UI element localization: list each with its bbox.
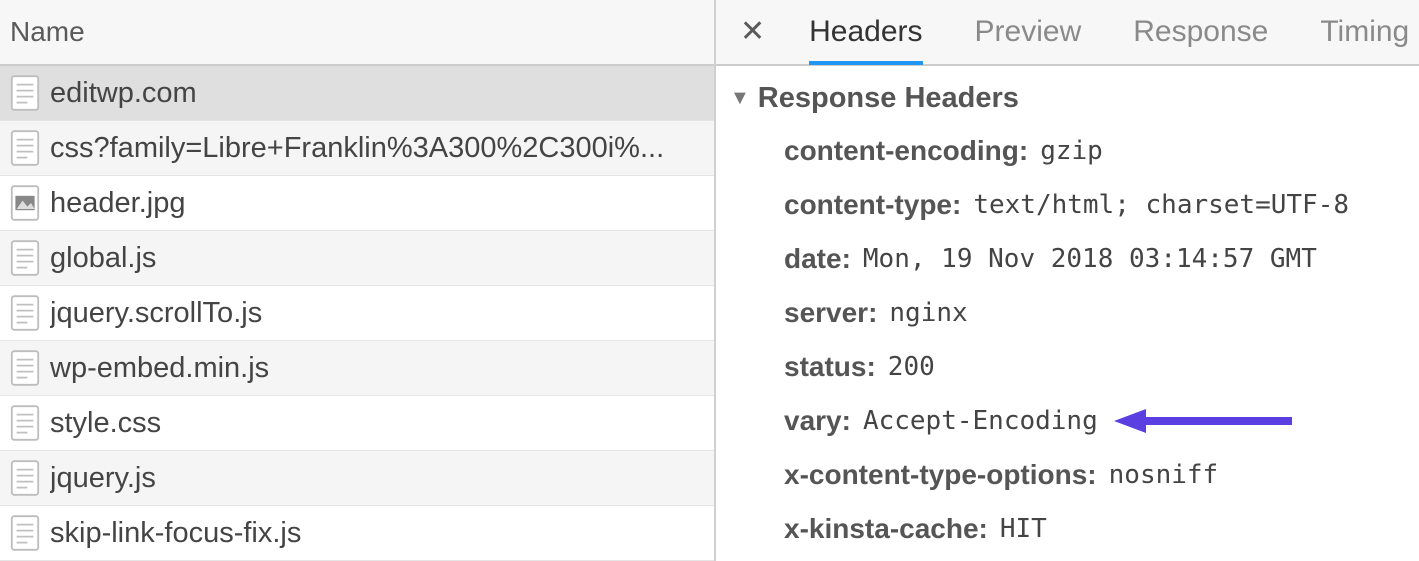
header-line: content-encoding: gzip bbox=[730, 135, 1419, 167]
tab-headers[interactable]: Headers bbox=[809, 1, 922, 63]
details-panel: ✕ Headers Preview Response Timing ▼ Respons… bbox=[716, 0, 1419, 561]
request-row[interactable]: jquery.scrollTo.js bbox=[0, 286, 714, 341]
request-name-label: skip-link-focus-fix.js bbox=[50, 517, 301, 550]
request-name-label: editwp.com bbox=[50, 77, 197, 110]
header-value: Mon, 19 Nov 2018 03:14:57 GMT bbox=[863, 244, 1317, 274]
request-name-label: jquery.js bbox=[50, 462, 156, 495]
tab-timing[interactable]: Timing bbox=[1320, 1, 1409, 63]
header-line: content-type: text/html; charset=UTF-8 bbox=[730, 189, 1419, 221]
request-row[interactable]: header.jpg bbox=[0, 176, 714, 231]
header-key: status: bbox=[784, 351, 876, 383]
request-name-label: wp-embed.min.js bbox=[50, 352, 269, 385]
header-value: 200 bbox=[888, 352, 935, 382]
header-value: nginx bbox=[889, 298, 967, 328]
header-key: x-content-type-options: bbox=[784, 459, 1097, 491]
section-title-label: Response Headers bbox=[758, 82, 1019, 115]
header-line: vary: Accept-Encoding bbox=[730, 405, 1419, 437]
header-value: gzip bbox=[1040, 136, 1103, 166]
request-name-label: css?family=Libre+Franklin%3A300%2C300i%.… bbox=[50, 132, 664, 165]
document-file-icon bbox=[10, 405, 40, 441]
tabs-row: ✕ Headers Preview Response Timing bbox=[716, 0, 1419, 66]
request-row[interactable]: css?family=Libre+Franklin%3A300%2C300i%.… bbox=[0, 121, 714, 176]
disclosure-triangle-icon: ▼ bbox=[730, 87, 750, 110]
header-key: x-kinsta-cache: bbox=[784, 513, 988, 545]
request-name-label: jquery.scrollTo.js bbox=[50, 297, 262, 330]
header-key: content-type: bbox=[784, 189, 961, 221]
document-file-icon bbox=[10, 460, 40, 496]
request-row[interactable]: wp-embed.min.js bbox=[0, 341, 714, 396]
request-row[interactable]: global.js bbox=[0, 231, 714, 286]
header-key: vary: bbox=[784, 405, 851, 437]
request-row[interactable]: jquery.js bbox=[0, 451, 714, 506]
header-value: text/html; charset=UTF-8 bbox=[973, 190, 1349, 220]
tab-response[interactable]: Response bbox=[1133, 1, 1268, 63]
headers-content: ▼ Response Headers content-encoding: gzip… bbox=[716, 66, 1419, 561]
request-name-label: header.jpg bbox=[50, 187, 185, 220]
header-value: HIT bbox=[1000, 514, 1047, 544]
header-key: date: bbox=[784, 243, 851, 275]
network-requests-panel: Name editwp.com css?family=Libre+Franklin… bbox=[0, 0, 716, 561]
document-file-icon bbox=[10, 350, 40, 386]
request-row[interactable]: style.css bbox=[0, 396, 714, 451]
request-list: editwp.com css?family=Libre+Franklin%3A30… bbox=[0, 66, 714, 561]
document-file-icon bbox=[10, 295, 40, 331]
header-line: status: 200 bbox=[730, 351, 1419, 383]
image-file-icon bbox=[10, 185, 40, 221]
header-line: server: nginx bbox=[730, 297, 1419, 329]
document-file-icon bbox=[10, 75, 40, 111]
name-header-label: Name bbox=[10, 16, 85, 48]
header-line: x-kinsta-cache: HIT bbox=[730, 513, 1419, 545]
request-row[interactable]: editwp.com bbox=[0, 66, 714, 121]
header-value: nosniff bbox=[1109, 460, 1219, 490]
tab-preview[interactable]: Preview bbox=[975, 1, 1082, 63]
request-row[interactable]: skip-link-focus-fix.js bbox=[0, 506, 714, 561]
header-line: date: Mon, 19 Nov 2018 03:14:57 GMT bbox=[730, 243, 1419, 275]
header-key: content-encoding: bbox=[784, 135, 1028, 167]
header-value: Accept-Encoding bbox=[863, 406, 1098, 436]
request-name-label: style.css bbox=[50, 407, 161, 440]
close-icon[interactable]: ✕ bbox=[736, 17, 769, 47]
headers-list: content-encoding: gzip content-type: text/h… bbox=[730, 135, 1419, 545]
header-key: server: bbox=[784, 297, 877, 329]
document-file-icon bbox=[10, 240, 40, 276]
request-name-label: global.js bbox=[50, 242, 156, 275]
arrow-annotation-icon bbox=[1114, 406, 1294, 436]
name-column-header[interactable]: Name bbox=[0, 0, 714, 66]
document-file-icon bbox=[10, 130, 40, 166]
document-file-icon bbox=[10, 515, 40, 551]
response-headers-section[interactable]: ▼ Response Headers bbox=[730, 82, 1419, 115]
tabs-container: Headers Preview Response Timing bbox=[809, 1, 1409, 63]
header-line: x-content-type-options: nosniff bbox=[730, 459, 1419, 491]
